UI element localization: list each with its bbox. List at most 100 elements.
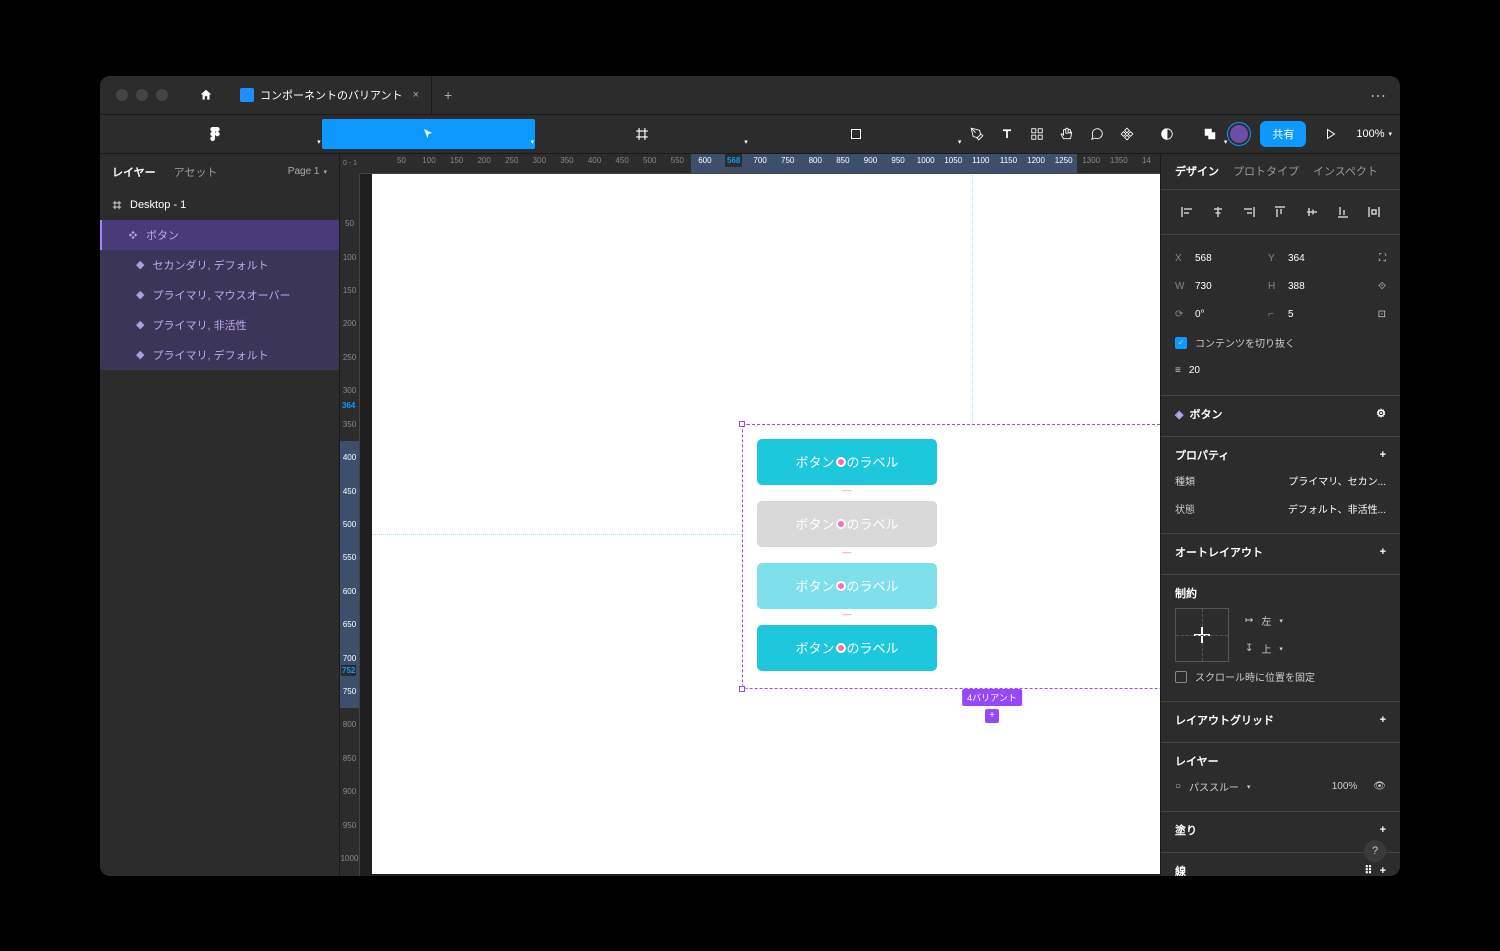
comment-tool-button[interactable] — [1082, 119, 1112, 149]
help-button[interactable]: ? — [1364, 840, 1386, 862]
corner-radius-input[interactable]: 5 — [1288, 309, 1333, 320]
transform-section: X568Y364⛶ W730H388⟐ ⟳0°⌐5⊡ ✓コンテンツを切り抜く ≡… — [1161, 235, 1400, 396]
add-property-button[interactable]: + — [1380, 449, 1386, 461]
mask-icon[interactable] — [1152, 119, 1182, 149]
artboard[interactable]: ボタンのラベル—ボタンのラベル—ボタンのラベル—ボタンのラベル 4バリアント + — [372, 174, 1160, 874]
distribute-icon[interactable] — [1363, 200, 1386, 224]
add-stroke-button[interactable]: + — [1380, 865, 1386, 876]
add-autolayout-button[interactable]: + — [1380, 546, 1386, 558]
height-input[interactable]: 388 — [1288, 281, 1333, 292]
share-button[interactable]: 共有 — [1260, 121, 1306, 147]
tab-prototype[interactable]: プロトタイプ — [1233, 163, 1299, 179]
hand-tool-button[interactable] — [1052, 119, 1082, 149]
align-left-icon[interactable] — [1175, 200, 1198, 224]
page-selector[interactable]: Page 1▾ — [288, 166, 327, 177]
variant-icon: ◆ — [136, 258, 144, 271]
resize-handle[interactable] — [739, 421, 745, 427]
properties-section: プロパティ+ 種類プライマリ、セカン... 状態デフォルト、非活性... — [1161, 437, 1400, 534]
left-panel-tabs: レイヤー アセット Page 1▾ — [100, 154, 339, 190]
canvas-area[interactable]: 0 - 1 568 1298 5010015020025030035040045… — [340, 154, 1160, 876]
pen-tool-button[interactable] — [962, 119, 992, 149]
x-input[interactable]: 568 — [1195, 253, 1240, 264]
align-center-v-icon[interactable] — [1300, 200, 1323, 224]
main-menu-button[interactable]: ▾ — [108, 119, 322, 149]
constraint-grid[interactable] — [1175, 608, 1229, 662]
tab-design[interactable]: デザイン — [1175, 163, 1219, 179]
zoom-dropdown[interactable]: 100%▾ — [1356, 128, 1392, 140]
selection-marker-left: 568 — [725, 154, 742, 167]
align-bottom-icon[interactable] — [1331, 200, 1354, 224]
tab-layers[interactable]: レイヤー — [112, 164, 156, 180]
right-panel-tabs: デザイン プロトタイプ インスペクト — [1161, 154, 1400, 190]
canvas[interactable]: ボタンのラベル—ボタンのラベル—ボタンのラベル—ボタンのラベル 4バリアント + — [360, 174, 1160, 876]
constraint-h-select[interactable]: 左 — [1261, 613, 1271, 628]
layer-variant[interactable]: ◆プライマリ, デフォルト — [100, 340, 339, 370]
variant-icon: ◆ — [136, 318, 144, 331]
rotation-input[interactable]: 0° — [1195, 309, 1240, 320]
align-right-icon[interactable] — [1238, 200, 1261, 224]
button-variant[interactable]: ボタンのラベル — [757, 625, 937, 671]
resources-button[interactable] — [1022, 119, 1052, 149]
button-variant[interactable]: ボタンのラベル — [757, 439, 937, 485]
constraint-v-select[interactable]: 上 — [1261, 641, 1271, 656]
align-center-h-icon[interactable] — [1206, 200, 1229, 224]
move-tool-button[interactable]: ▾ — [322, 119, 536, 149]
blend-mode-select[interactable]: パススルー — [1189, 779, 1239, 794]
title-bar: コンポーネントのバリアント × + ⋯ — [100, 76, 1400, 114]
resize-handle[interactable] — [739, 686, 745, 692]
add-variant-button[interactable]: + — [985, 709, 999, 723]
boolean-ops-button[interactable]: ▾ — [1192, 119, 1228, 149]
alignment-guide — [372, 534, 742, 535]
visibility-icon[interactable]: 👁 — [1373, 781, 1386, 792]
minimize-window-icon[interactable] — [136, 89, 148, 101]
add-fill-button[interactable]: + — [1380, 824, 1386, 836]
clip-content-checkbox[interactable]: ✓ — [1175, 337, 1187, 349]
close-window-icon[interactable] — [116, 89, 128, 101]
lock-aspect-icon[interactable]: ⟐ — [1378, 281, 1386, 292]
layer-variant[interactable]: ◆セカンダリ, デフォルト — [100, 250, 339, 280]
component-settings-icon[interactable]: ⚙ — [1376, 407, 1386, 420]
property-row[interactable]: 状態デフォルト、非活性... — [1175, 495, 1386, 523]
tab-assets[interactable]: アセット — [174, 164, 218, 180]
layer-component-set[interactable]: ボタン — [100, 220, 339, 250]
variant-icon: ◆ — [136, 288, 144, 301]
present-button[interactable] — [1316, 119, 1346, 149]
toolbar-right: 共有 100%▾ — [1228, 119, 1392, 149]
opacity-input[interactable]: 100% — [1332, 781, 1358, 792]
property-row[interactable]: 種類プライマリ、セカン... — [1175, 467, 1386, 495]
create-component-icon[interactable] — [1112, 119, 1142, 149]
close-tab-icon[interactable]: × — [413, 89, 419, 101]
tab-title: コンポーネントのバリアント — [260, 87, 403, 103]
variant-frame[interactable]: ボタンのラベル—ボタンのラベル—ボタンのラベル—ボタンのラベル 4バリアント + — [742, 424, 1160, 689]
stroke-styles-button[interactable]: ⠿ — [1364, 865, 1373, 876]
align-to-pixel-icon[interactable]: ⛶ — [1379, 253, 1386, 264]
home-button[interactable] — [192, 81, 220, 109]
right-panel: デザイン プロトタイプ インスペクト X568Y364⛶ W7 — [1160, 154, 1400, 876]
avatar[interactable] — [1228, 123, 1250, 145]
shape-tool-button[interactable]: ▾ — [749, 119, 963, 149]
width-input[interactable]: 730 — [1195, 281, 1240, 292]
spacing-indicator: — — [843, 485, 852, 501]
add-tab-button[interactable]: + — [444, 87, 452, 103]
add-grid-button[interactable]: + — [1380, 714, 1386, 726]
button-variant[interactable]: ボタンのラベル — [757, 563, 937, 609]
fix-on-scroll-checkbox[interactable] — [1175, 671, 1187, 683]
align-top-icon[interactable] — [1269, 200, 1292, 224]
layer-variant[interactable]: ◆プライマリ, 非活性 — [100, 310, 339, 340]
layer-frame[interactable]: Desktop - 1 — [100, 190, 339, 220]
autolayout-section: オートレイアウト+ — [1161, 534, 1400, 575]
selection-marker-top: 364 — [341, 400, 356, 411]
gap-icon: ≡ — [1175, 365, 1181, 376]
text-tool-button[interactable] — [992, 119, 1022, 149]
file-tab[interactable]: コンポーネントのバリアント × — [228, 76, 432, 114]
layer-variant[interactable]: ◆プライマリ, マウスオーバー — [100, 280, 339, 310]
button-variant[interactable]: ボタンのラベル — [757, 501, 937, 547]
app-menu-button[interactable]: ⋯ — [1370, 86, 1388, 106]
frame-tool-button[interactable]: ▾ — [535, 119, 749, 149]
y-input[interactable]: 364 — [1288, 253, 1333, 264]
tab-inspect[interactable]: インスペクト — [1313, 163, 1378, 179]
maximize-window-icon[interactable] — [156, 89, 168, 101]
left-panel: レイヤー アセット Page 1▾ Desktop - 1 ボタン ◆セカンダリ… — [100, 154, 340, 876]
independent-corners-icon[interactable]: ⊡ — [1378, 309, 1386, 320]
gap-input[interactable]: 20 — [1189, 365, 1234, 376]
